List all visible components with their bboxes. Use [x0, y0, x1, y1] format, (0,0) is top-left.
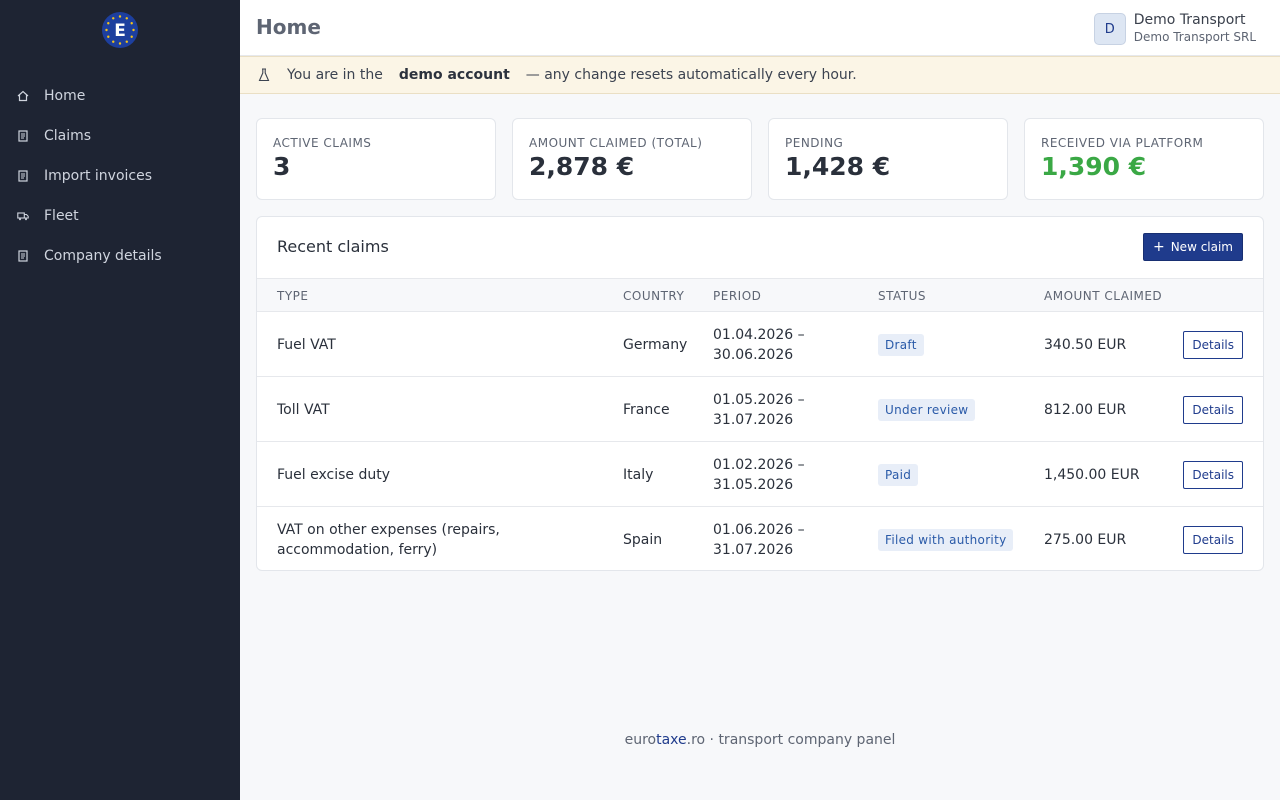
table-row: Fuel VAT Germany 01.04.2026 – 30.06.2026… [257, 312, 1263, 377]
stat-label: RECEIVED VIA PLATFORM [1041, 136, 1204, 150]
account-name: Demo Transport [1133, 12, 1246, 28]
banner-prefix: You are in the [287, 67, 383, 83]
sidebar-item-import-invoices[interactable]: Import invoices [0, 156, 240, 196]
plus-icon: + [1152, 239, 1165, 255]
column-header-amount: AMOUNT CLAIMED [1044, 289, 1163, 303]
column-header-type: TYPE [277, 289, 309, 303]
cell-amount: 812.00 EUR [1044, 401, 1127, 418]
stat-pending: PENDING 1,428 € [768, 118, 1008, 200]
eurotaxe-logo[interactable]: E [102, 12, 138, 48]
footer-brand-pre: euro [624, 732, 657, 748]
cell-type: VAT on other expenses (repairs, accommod… [277, 521, 500, 558]
cell-country: Italy [623, 466, 654, 483]
column-header-country: COUNTRY [623, 289, 685, 303]
status-badge: Draft [878, 333, 924, 356]
cell-amount: 1,450.00 EUR [1044, 466, 1140, 483]
status-badge: Filed with authority [878, 528, 1014, 551]
cell-amount: 340.50 EUR [1044, 336, 1127, 353]
details-button[interactable]: Details [1183, 525, 1243, 554]
cell-period: 01.02.2026 – 31.05.2026 [713, 456, 805, 493]
details-button[interactable]: Details [1183, 330, 1243, 359]
sidebar: E Home Claims Import invoices Fleet Comp… [0, 0, 240, 800]
cell-country: Spain [623, 531, 663, 548]
recent-claims-card: Recent claims + New claim TYPE COUNTRY P… [256, 216, 1264, 571]
banner-suffix: — any change resets automatically every … [525, 67, 857, 83]
stat-value: 2,878 € [529, 152, 635, 181]
sidebar-item-company-details[interactable]: Company details [0, 236, 240, 276]
flask-icon [258, 68, 270, 82]
cell-action: Details [1183, 507, 1243, 570]
stat-label: PENDING [785, 136, 844, 150]
stat-active-claims: ACTIVE CLAIMS 3 [256, 118, 496, 200]
sidebar-nav: Home Claims Import invoices Fleet Compan… [0, 76, 240, 276]
truck-icon [17, 210, 29, 222]
stat-value: 1,390 € [1041, 152, 1147, 181]
sidebar-item-label: Fleet [44, 208, 79, 224]
sidebar-item-home[interactable]: Home [0, 76, 240, 116]
cell-type: Fuel VAT [277, 336, 336, 353]
sidebar-item-fleet[interactable]: Fleet [0, 196, 240, 236]
table-row: Fuel excise duty Italy 01.02.2026 – 31.0… [257, 442, 1263, 507]
card-header: Recent claims + New claim [257, 217, 1263, 278]
new-claim-label: New claim [1170, 240, 1233, 254]
document-icon [17, 250, 29, 262]
footer-brand-post: .ro [686, 732, 706, 748]
footer-brand-accent: taxe [656, 732, 687, 748]
sidebar-item-label: Home [44, 88, 86, 104]
account-menu[interactable]: D Demo Transport Demo Transport SRL [1093, 12, 1256, 46]
account-company: Demo Transport SRL [1133, 30, 1256, 44]
home-icon [17, 90, 29, 102]
stat-label: ACTIVE CLAIMS [273, 136, 372, 150]
new-claim-button[interactable]: + New claim [1142, 233, 1243, 261]
stat-value: 1,428 € [785, 152, 891, 181]
footer: eurotaxe.ro · transport company panel [240, 732, 1280, 748]
document-icon [17, 170, 29, 182]
stat-value: 3 [273, 152, 291, 181]
page-title: Home [256, 15, 321, 39]
table-row: VAT on other expenses (repairs, accommod… [257, 507, 1263, 570]
cell-country: Germany [623, 336, 688, 353]
column-header-status: STATUS [878, 289, 927, 303]
cell-period: 01.06.2026 – 31.07.2026 [713, 521, 805, 558]
cell-period: 01.05.2026 – 31.07.2026 [713, 391, 805, 428]
document-icon [17, 130, 29, 142]
status-badge: Paid [878, 463, 919, 486]
avatar[interactable]: D [1093, 13, 1126, 45]
sidebar-item-claims[interactable]: Claims [0, 116, 240, 156]
stat-amount-claimed: AMOUNT CLAIMED (TOTAL) 2,878 € [512, 118, 752, 200]
account-info: Demo Transport Demo Transport SRL [1134, 12, 1256, 46]
table-header: TYPE COUNTRY PERIOD STATUS AMOUNT CLAIME… [257, 278, 1263, 312]
cell-period: 01.04.2026 – 30.06.2026 [713, 326, 805, 363]
logo-letter: E [114, 21, 126, 41]
sidebar-item-label: Import invoices [44, 168, 153, 184]
table-row: Toll VAT France 01.05.2026 – 31.07.2026 … [257, 377, 1263, 442]
details-button[interactable]: Details [1183, 395, 1243, 424]
cell-status: Draft [878, 312, 924, 377]
cell-action: Details [1183, 312, 1243, 377]
banner-highlight: demo account [398, 67, 510, 83]
sidebar-item-label: Claims [44, 128, 92, 144]
status-badge: Under review [878, 398, 976, 421]
card-title: Recent claims [277, 237, 389, 256]
cell-action: Details [1183, 377, 1243, 442]
cell-status: Under review [878, 377, 976, 442]
cell-amount: 275.00 EUR [1044, 531, 1127, 548]
demo-banner: You are in the demo account — any change… [240, 56, 1280, 94]
main-content: Home D Demo Transport Demo Transport SRL… [240, 0, 1280, 800]
top-bar: Home D Demo Transport Demo Transport SRL [240, 0, 1280, 56]
cell-status: Paid [878, 442, 919, 507]
cell-type: Toll VAT [277, 401, 330, 418]
column-header-period: PERIOD [713, 289, 762, 303]
details-button[interactable]: Details [1183, 460, 1243, 489]
stat-label: AMOUNT CLAIMED (TOTAL) [529, 136, 703, 150]
stat-received: RECEIVED VIA PLATFORM 1,390 € [1024, 118, 1264, 200]
cell-action: Details [1183, 442, 1243, 507]
footer-tagline: · transport company panel [705, 732, 896, 748]
cell-type: Fuel excise duty [277, 466, 390, 483]
cell-country: France [623, 401, 670, 418]
stats-row: ACTIVE CLAIMS 3 AMOUNT CLAIMED (TOTAL) 2… [256, 118, 1264, 200]
sidebar-item-label: Company details [44, 248, 162, 264]
cell-status: Filed with authority [878, 507, 1014, 570]
